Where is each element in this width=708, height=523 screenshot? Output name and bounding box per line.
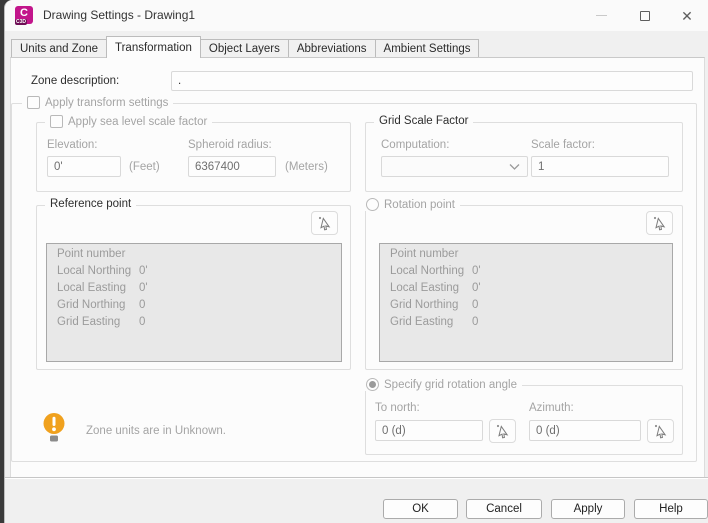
elevation-unit-label: (Feet) <box>129 161 160 173</box>
azimuth-label: Azimuth: <box>529 402 574 414</box>
to-north-pick-button <box>489 419 516 443</box>
minimize-icon <box>595 15 607 16</box>
rotation-point-pick-button <box>646 211 673 235</box>
scale-factor-label: Scale factor: <box>531 139 595 151</box>
chevron-down-icon <box>509 163 520 170</box>
reference-point-pick-button <box>311 211 338 235</box>
to-north-input <box>375 420 483 441</box>
ref-row-label: Grid Northing <box>57 299 126 311</box>
tab-object-layers[interactable]: Object Layers <box>199 39 289 58</box>
rot-row-value: 0 <box>472 316 479 328</box>
title-bar: C C3D Drawing Settings - Drawing1 ✕ <box>5 0 708 31</box>
rotation-point-radio[interactable] <box>366 198 379 211</box>
rot-row-value: 0 <box>472 299 479 311</box>
rotation-point-label: Rotation point <box>384 198 455 211</box>
pick-point-cursor-icon <box>654 424 666 438</box>
ref-row-label: Grid Easting <box>57 316 121 328</box>
apply-transform-label: Apply transform settings <box>45 96 169 109</box>
footer-separator <box>5 477 708 479</box>
tab-units-and-zone[interactable]: Units and Zone <box>11 39 107 58</box>
rot-row-label: Local Northing <box>390 265 465 277</box>
tab-transformation[interactable]: Transformation <box>106 36 201 58</box>
rot-row-label: Point number <box>390 248 459 260</box>
ref-row-value: 0 <box>139 299 146 311</box>
sea-level-label: Apply sea level scale factor <box>68 115 208 128</box>
spheroid-radius-input <box>188 156 276 177</box>
close-icon: ✕ <box>681 7 693 24</box>
rotation-angle-label: Specify grid rotation angle <box>384 378 517 391</box>
scale-factor-input <box>531 156 669 177</box>
drawing-settings-dialog: C C3D Drawing Settings - Drawing1 ✕ Unit… <box>4 0 708 523</box>
rot-row-value: 0' <box>472 282 481 294</box>
computation-dropdown <box>381 156 528 177</box>
elevation-label: Elevation: <box>47 139 98 151</box>
to-north-label: To north: <box>375 402 420 414</box>
pick-point-cursor-icon <box>653 216 665 230</box>
zone-description-input[interactable] <box>171 71 693 91</box>
apply-transform-checkbox[interactable] <box>27 96 40 109</box>
minimize-button[interactable] <box>584 0 618 31</box>
rot-row-label: Grid Easting <box>390 316 454 328</box>
ref-row-value: 0 <box>139 316 146 328</box>
tab-strip: Units and Zone Transformation Object Lay… <box>11 36 480 58</box>
pick-point-cursor-icon <box>496 424 508 438</box>
reference-point-panel: Point number Local Northing 0' Local East… <box>46 243 342 362</box>
rotation-point-panel: Point number Local Northing 0' Local East… <box>379 243 673 362</box>
rot-row-label: Grid Northing <box>390 299 459 311</box>
help-button[interactable]: Help <box>634 499 708 519</box>
zone-description-label: Zone description: <box>31 75 120 87</box>
ref-row-label: Local Northing <box>57 265 132 277</box>
azimuth-input <box>529 420 641 441</box>
ref-row-value: 0' <box>139 265 148 277</box>
ref-row-value: 0' <box>139 282 148 294</box>
rotation-angle-radio[interactable] <box>366 378 379 391</box>
spheroid-radius-label: Spheroid radius: <box>188 139 272 151</box>
close-button[interactable]: ✕ <box>670 0 704 31</box>
civil3d-icon: C C3D <box>15 6 33 25</box>
maximize-icon <box>640 10 650 21</box>
ok-button[interactable]: OK <box>383 499 458 519</box>
window-title: Drawing Settings - Drawing1 <box>43 8 196 22</box>
computation-label: Computation: <box>381 139 450 151</box>
reference-point-label: Reference point <box>50 198 132 210</box>
maximize-button[interactable] <box>628 0 662 31</box>
tab-abbreviations[interactable]: Abbreviations <box>287 39 376 58</box>
cancel-button[interactable]: Cancel <box>466 499 542 519</box>
pick-point-cursor-icon <box>318 216 330 230</box>
tab-ambient-settings[interactable]: Ambient Settings <box>374 39 480 58</box>
grid-scale-label: Grid Scale Factor <box>379 115 469 127</box>
spheroid-unit-label: (Meters) <box>285 161 328 173</box>
sea-level-checkbox[interactable] <box>50 115 63 128</box>
ref-row-label: Point number <box>57 248 126 260</box>
rot-row-label: Local Easting <box>390 282 460 294</box>
ref-row-label: Local Easting <box>57 282 127 294</box>
apply-button[interactable]: Apply <box>551 499 625 519</box>
status-message: Zone units are in Unknown. <box>86 425 226 437</box>
lightbulb-warning-icon <box>41 412 68 443</box>
app-background: { "window": { "title": "Drawing Settings… <box>0 0 708 523</box>
elevation-input <box>47 156 121 177</box>
azimuth-pick-button <box>647 419 674 443</box>
rot-row-value: 0' <box>472 265 481 277</box>
